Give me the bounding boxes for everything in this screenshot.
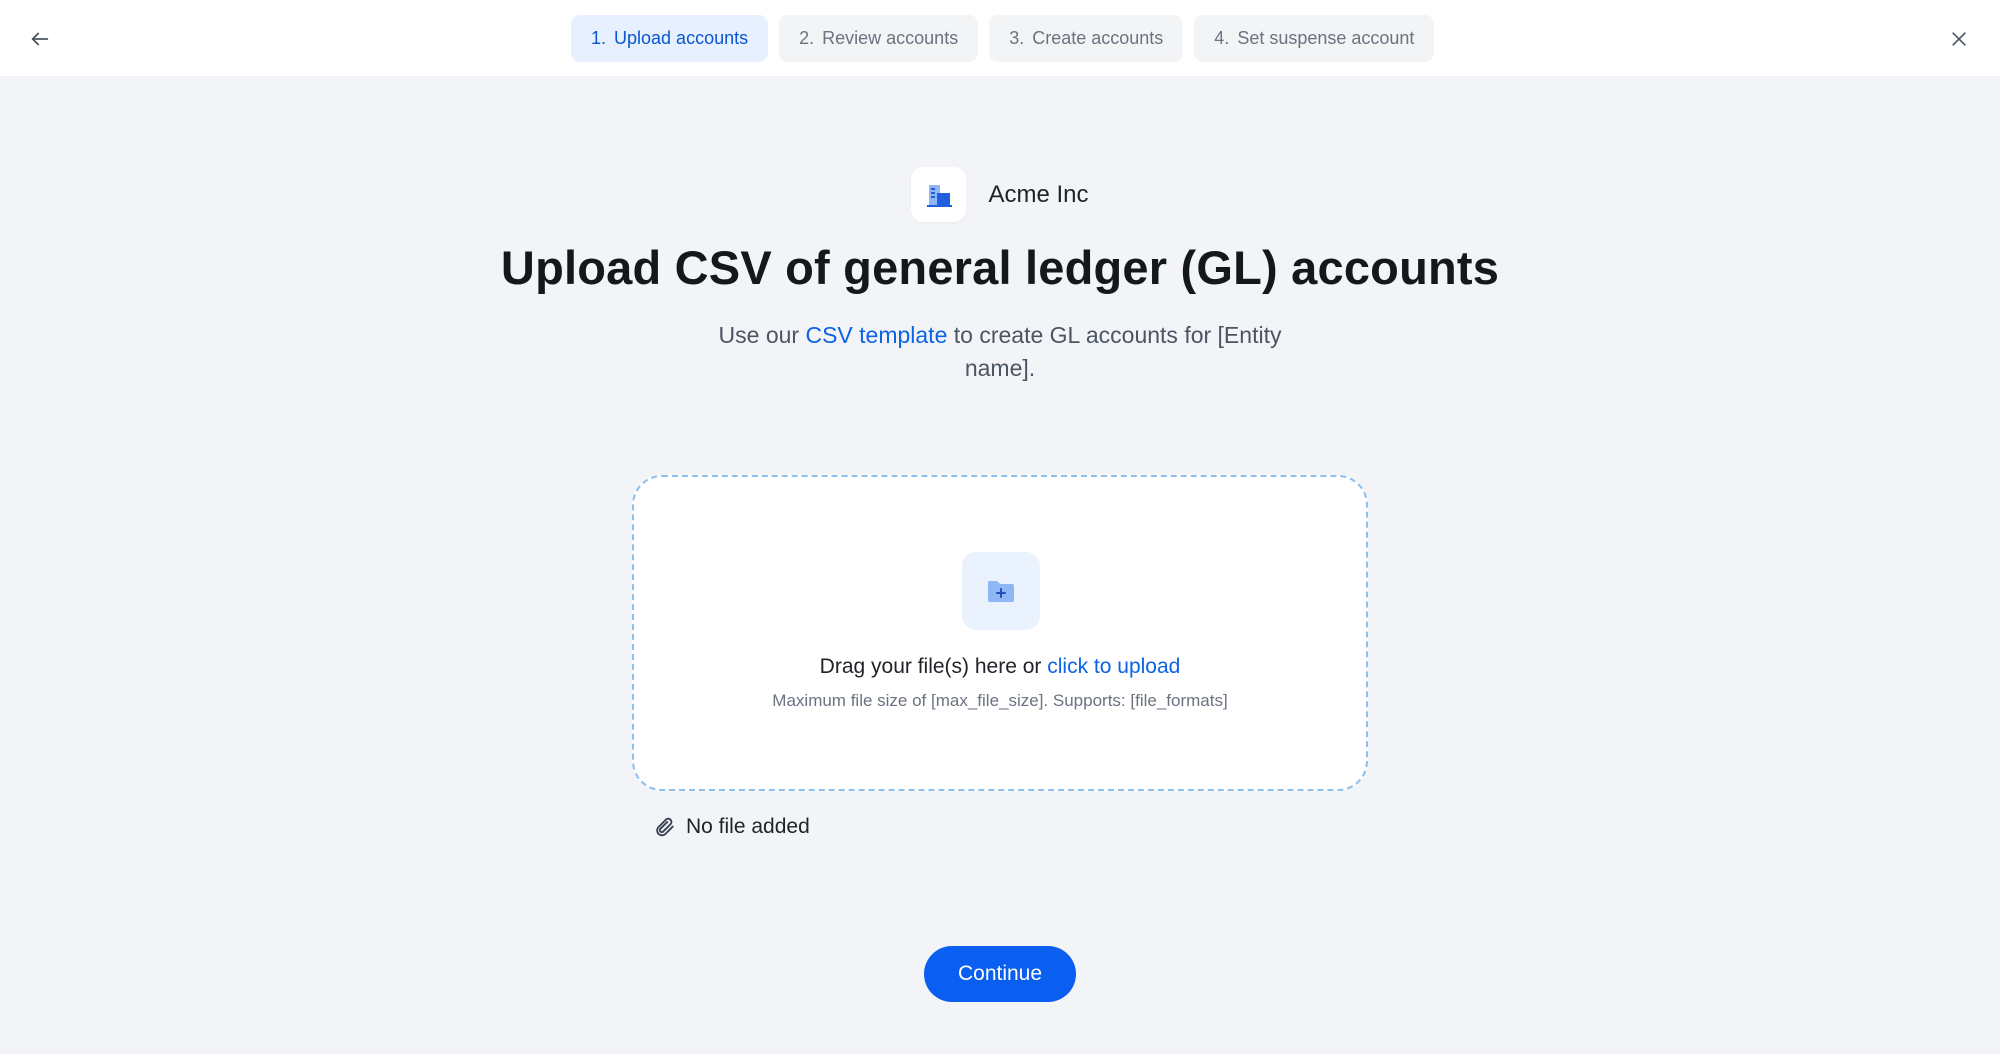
step-upload-accounts[interactable]: 1. Upload accounts (571, 15, 769, 62)
file-dropzone[interactable]: Drag your file(s) here or click to uploa… (632, 475, 1368, 791)
top-bar: 1. Upload accounts 2. Review accounts 3.… (0, 0, 2000, 77)
page-title: Upload CSV of general ledger (GL) accoun… (500, 241, 1500, 294)
subtitle-text: to create GL accounts for [Entity name]. (947, 322, 1282, 381)
page-subtitle: Use our CSV template to create GL accoun… (700, 319, 1300, 385)
close-button[interactable] (1939, 19, 1979, 59)
file-status: No file added (654, 815, 810, 839)
step-number: 1. (591, 28, 607, 48)
paperclip-icon (656, 817, 674, 837)
step-create-accounts[interactable]: 3. Create accounts (989, 15, 1184, 62)
subtitle-text: Use our (718, 322, 806, 348)
csv-template-link[interactable]: CSV template (805, 322, 947, 348)
step-label: Review accounts (822, 28, 959, 48)
back-button[interactable] (20, 19, 60, 59)
stepper: 1. Upload accounts 2. Review accounts 3.… (571, 15, 1435, 62)
step-set-suspense-account[interactable]: 4. Set suspense account (1194, 15, 1435, 62)
entity-header: Acme Inc (0, 167, 2000, 222)
folder-plus-icon (988, 581, 1014, 602)
building-icon (926, 184, 952, 207)
file-status-text: No file added (686, 815, 810, 838)
step-number: 3. (1009, 28, 1025, 48)
step-label: Upload accounts (614, 28, 749, 48)
click-to-upload-link[interactable]: click to upload (1047, 655, 1180, 678)
step-number: 2. (799, 28, 815, 48)
dropzone-instructions: Drag your file(s) here or click to uploa… (634, 655, 1366, 679)
step-label: Set suspense account (1237, 28, 1415, 48)
main-content: Acme Inc Upload CSV of general ledger (G… (0, 77, 2000, 1054)
entity-name: Acme Inc (988, 180, 1089, 208)
close-icon (1952, 32, 1966, 46)
step-label: Create accounts (1032, 28, 1164, 48)
entity-logo (911, 167, 967, 222)
step-number: 4. (1214, 28, 1230, 48)
step-review-accounts[interactable]: 2. Review accounts (779, 15, 979, 62)
continue-button[interactable]: Continue (924, 946, 1076, 1002)
upload-icon-container (962, 552, 1040, 630)
arrow-left-icon (31, 32, 49, 46)
dropzone-text: Drag your file(s) here or (819, 655, 1048, 678)
dropzone-hint: Maximum file size of [max_file_size]. Su… (772, 691, 1228, 710)
